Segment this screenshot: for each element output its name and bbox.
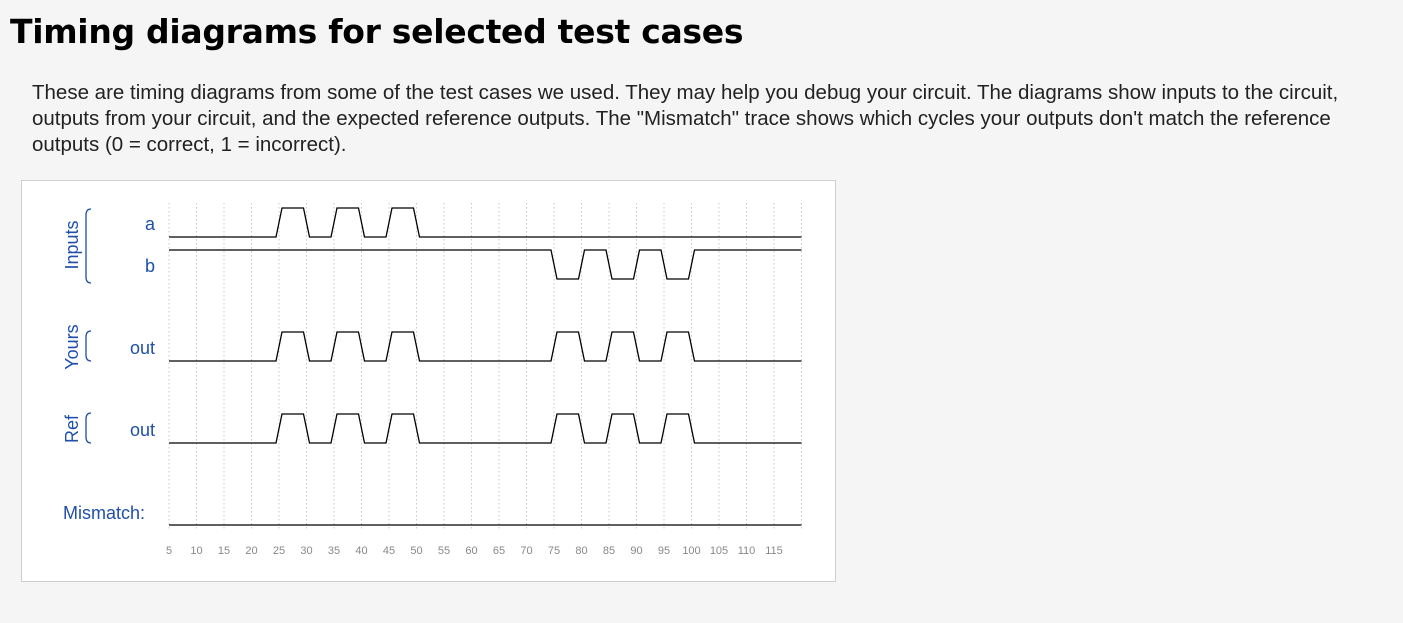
signal-label-yours-out: out (130, 338, 155, 358)
time-tick-label: 80 (575, 545, 587, 557)
time-tick-label: 40 (355, 545, 367, 557)
time-tick-label: 75 (548, 545, 560, 557)
timing-diagram: Inputs Yours Ref a b out out Mismatch: 5… (62, 203, 802, 557)
waveform-b (169, 249, 802, 280)
time-tick-label: 85 (603, 545, 615, 557)
signal-label-a: a (145, 214, 156, 234)
time-grid (168, 203, 802, 529)
timing-diagram-panel: Inputs Yours Ref a b out out Mismatch: 5… (21, 180, 836, 582)
waveform-a (169, 207, 802, 238)
time-axis: 5 10 15 20 25 30 35 40 45 50 55 60 65 70 75 80 85 90 95 100… (166, 545, 783, 557)
time-tick-label: 50 (410, 545, 422, 557)
yours-brace (85, 330, 92, 362)
waveform-ref-out (169, 413, 802, 444)
time-tick-label: 110 (738, 545, 756, 557)
time-tick-label: 100 (682, 545, 700, 557)
signal-label-ref-out: out (130, 420, 155, 440)
intro-paragraph: These are timing diagrams from some of t… (32, 81, 1339, 156)
inputs-brace (85, 208, 92, 284)
time-tick-label: 25 (273, 545, 285, 557)
time-tick-label: 105 (710, 545, 728, 557)
group-label-yours: Yours (62, 324, 82, 369)
time-tick-label: 70 (520, 545, 532, 557)
time-tick-label: 15 (218, 545, 230, 557)
ref-brace (85, 412, 92, 444)
time-tick-label: 95 (658, 545, 670, 557)
time-tick-label: 20 (245, 545, 257, 557)
signal-label-b: b (145, 256, 155, 276)
time-tick-label: 45 (383, 545, 395, 557)
group-label-ref: Ref (62, 414, 82, 443)
time-tick-label: 30 (300, 545, 312, 557)
time-tick-label: 10 (190, 545, 202, 557)
time-tick-label: 90 (630, 545, 642, 557)
time-tick-label: 35 (328, 545, 340, 557)
mismatch-label: Mismatch: (63, 503, 145, 523)
waveform-yours-out (169, 331, 802, 362)
group-label-inputs: Inputs (62, 220, 82, 269)
time-tick-label: 60 (465, 545, 477, 557)
time-tick-label: 55 (438, 545, 450, 557)
time-tick-label: 65 (493, 545, 505, 557)
time-tick-label: 5 (166, 545, 172, 557)
page-title: Timing diagrams for selected test cases (10, 12, 744, 51)
time-tick-label: 115 (765, 545, 783, 557)
